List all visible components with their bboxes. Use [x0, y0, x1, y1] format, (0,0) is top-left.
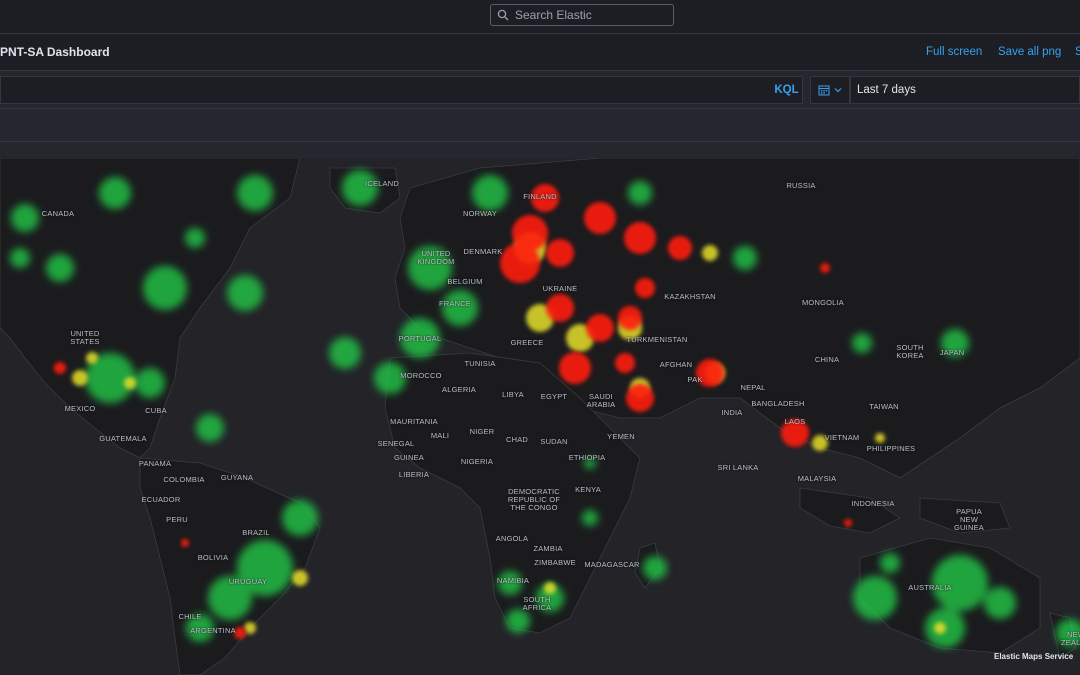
country-label: PAPUA NEW GUINEA: [954, 507, 984, 532]
filter-bar[interactable]: [0, 108, 1080, 142]
query-bar: KQL Last 7 days: [0, 72, 1080, 108]
country-label: CHINA: [814, 355, 840, 364]
country-label: NIGER: [469, 427, 495, 436]
country-label: SAUDI ARABIA: [586, 392, 616, 409]
country-label: SOUTH KOREA: [896, 343, 924, 360]
country-label: TURKMENISTAN: [626, 335, 688, 344]
page-title: PNT-SA Dashboard: [0, 45, 110, 59]
country-label: COLOMBIA: [163, 475, 205, 484]
country-label: EGYPT: [540, 392, 568, 401]
country-label: UNITED STATES: [70, 329, 100, 346]
country-label: GREECE: [510, 338, 544, 347]
country-label: RUSSIA: [786, 181, 816, 190]
country-label: NIGERIA: [460, 457, 494, 466]
save-all-png-link[interactable]: Save all png: [998, 46, 1061, 58]
country-label: YEMEN: [607, 432, 635, 441]
country-label: SUDAN: [540, 437, 568, 446]
country-label: CUBA: [145, 406, 167, 415]
dashboard-titlebar: PNT-SA Dashboard Full screen Save all pn…: [0, 34, 1080, 71]
country-label: MADAGASCAR: [584, 560, 640, 569]
country-label: PORTUGAL: [398, 334, 442, 343]
country-label: PAK: [687, 375, 703, 384]
time-range-display[interactable]: Last 7 days: [850, 76, 1080, 104]
country-label: GUYANA: [220, 473, 254, 482]
country-label: KENYA: [575, 485, 601, 494]
country-label: JAPAN: [939, 348, 965, 357]
country-label: UNITED KINGDOM: [417, 249, 455, 266]
world-map[interactable]: CANADA ICELAND NORWAY FINLAND RUSSIA UNI…: [0, 158, 1080, 675]
country-label: DEMOCRATIC REPUBLIC OF THE CONGO: [507, 487, 561, 512]
country-label: BRAZIL: [242, 528, 270, 537]
country-label: DENMARK: [463, 247, 503, 256]
country-label: NEPAL: [740, 383, 766, 392]
country-label: INDONESIA: [851, 499, 895, 508]
kql-language-button[interactable]: KQL: [770, 76, 803, 104]
country-label: AUSTRALIA: [908, 583, 952, 592]
query-input[interactable]: [0, 76, 803, 104]
country-label: NEW ZEALAND: [1061, 630, 1080, 647]
search-bar[interactable]: [490, 4, 674, 26]
country-label: CHILE: [178, 612, 202, 621]
country-label: ALGERIA: [442, 385, 476, 394]
country-label: GUINEA: [394, 453, 424, 462]
search-input[interactable]: [515, 8, 665, 22]
country-label: PHILIPPINES: [866, 444, 916, 453]
full-screen-link[interactable]: Full screen: [926, 46, 982, 58]
country-label: ARGENTINA: [190, 626, 236, 635]
country-label: MAURITANIA: [390, 417, 438, 426]
country-label: AFGHAN: [659, 360, 693, 369]
country-label: CANADA: [41, 209, 75, 218]
date-picker-button[interactable]: [810, 76, 850, 104]
country-label: ZIMBABWE: [534, 558, 576, 567]
country-label: CHAD: [505, 435, 529, 444]
country-label: PERU: [166, 515, 188, 524]
country-label: SENEGAL: [377, 439, 415, 448]
global-header: [0, 0, 1080, 34]
calendar-icon: [818, 85, 829, 96]
map-attribution[interactable]: Elastic Maps Service: [994, 652, 1073, 661]
country-label: GUATEMALA: [99, 434, 147, 443]
country-label: MOROCCO: [400, 371, 442, 380]
country-label: FRANCE: [438, 299, 472, 308]
country-label: ICELAND: [365, 179, 399, 188]
country-label: ECUADOR: [141, 495, 181, 504]
country-label: VIETNAM: [824, 433, 860, 442]
country-label: UKRAINE: [542, 284, 578, 293]
country-label: MALI: [430, 431, 450, 440]
country-label: SRI LANKA: [717, 463, 759, 472]
country-label: SOUTH AFRICA: [522, 595, 552, 612]
country-label: BANGLADESH: [751, 399, 805, 408]
chevron-down-icon: [834, 88, 841, 93]
country-label: TUNISIA: [464, 359, 496, 368]
country-label: FINLAND: [523, 192, 557, 201]
country-label: TAIWAN: [869, 402, 899, 411]
country-label: NAMIBIA: [496, 576, 530, 585]
country-label: ANGOLA: [495, 534, 529, 543]
country-label: MEXICO: [64, 404, 96, 413]
country-label: PANAMA: [138, 459, 172, 468]
country-label: INDIA: [721, 408, 743, 417]
country-label: LIBYA: [502, 390, 524, 399]
country-label: ETHIOPIA: [568, 453, 606, 462]
share-link[interactable]: S: [1075, 46, 1080, 58]
country-label: BOLIVIA: [197, 553, 229, 562]
country-label: NORWAY: [463, 209, 497, 218]
country-label: LAOS: [784, 417, 806, 426]
country-label: URUGUAY: [228, 577, 268, 586]
country-label: MALAYSIA: [797, 474, 837, 483]
country-label: ZAMBIA: [533, 544, 563, 553]
search-icon: [497, 9, 509, 21]
country-label: BELGIUM: [447, 277, 483, 286]
country-label: LIBERIA: [398, 470, 430, 479]
country-label: KAZAKHSTAN: [664, 292, 716, 301]
country-label: MONGOLIA: [801, 298, 845, 307]
